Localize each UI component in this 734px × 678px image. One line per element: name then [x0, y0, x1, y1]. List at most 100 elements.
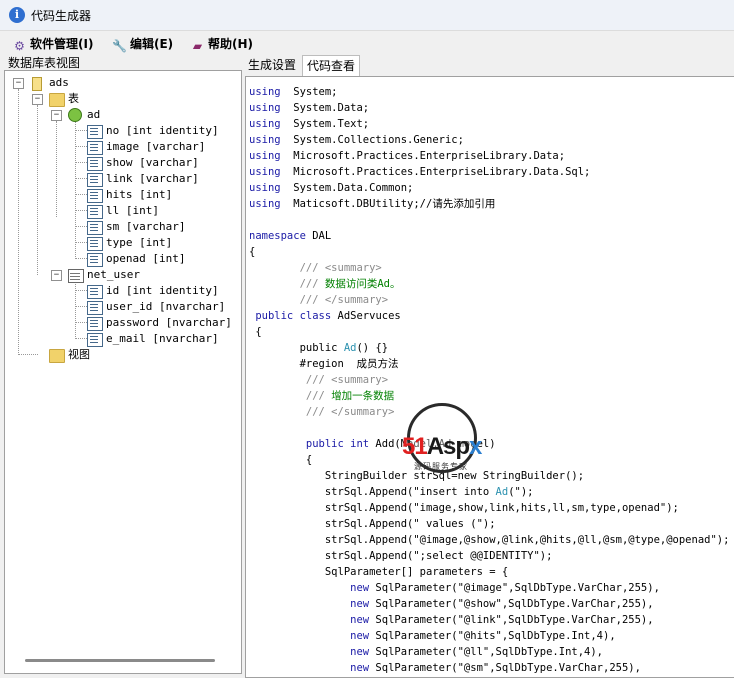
- code-token: 数据访问类Ad。: [324, 278, 401, 290]
- code-line: /// </summary>: [249, 292, 729, 308]
- code-token: Ad: [343, 342, 357, 354]
- menu-label: 软件管理(I): [30, 37, 94, 51]
- code-token: /// <summary>: [249, 262, 382, 274]
- tree-node-db[interactable]: − ads: [13, 75, 213, 91]
- tab-generate-settings[interactable]: 生成设置: [244, 55, 300, 75]
- collapse-icon[interactable]: −: [13, 78, 24, 89]
- code-token: {: [249, 454, 313, 466]
- code-token: SqlParameter[] parameters = {: [249, 566, 509, 578]
- tree-node-tables-folder[interactable]: − 表: [32, 91, 212, 107]
- code-token: using: [249, 150, 281, 162]
- column-icon: [87, 125, 103, 139]
- code-token: DAL: [305, 230, 332, 242]
- code-token: SqlParameter("@show",SqlDbType.VarChar,2…: [369, 598, 654, 610]
- tree-label: image [varchar]: [106, 140, 206, 153]
- code-token: SqlParameter("@sm",SqlDbType.VarChar,255…: [369, 662, 641, 674]
- code-token: System.Collections.Generic;: [280, 134, 464, 146]
- tree-label: ad: [87, 108, 101, 121]
- code-line: new SqlParameter("@link",SqlDbType.VarCh…: [249, 612, 729, 628]
- code-text[interactable]: using System; using System.Data; using Sys…: [249, 84, 729, 676]
- code-line: public Ad() {}: [249, 340, 729, 356]
- code-line: strSql.Append("insert into Ad(");: [249, 484, 729, 500]
- code-token: using: [249, 182, 281, 194]
- db-tree-view[interactable]: − ads − 表 − ad no [int identity] image […: [4, 70, 242, 674]
- code-line: /// 增加一条数据: [249, 388, 729, 404]
- code-line: {: [249, 452, 729, 468]
- tree-label: ll [int]: [106, 204, 159, 217]
- code-token: new: [249, 646, 370, 658]
- table-gear-icon: [68, 108, 82, 122]
- code-line: strSql.Append(";select @@IDENTITY");: [249, 548, 729, 564]
- code-token: new: [249, 662, 370, 674]
- code-token: using: [249, 118, 281, 130]
- code-token: StringBuilder strSql=new StringBuilder()…: [249, 470, 585, 482]
- tree-node-views-folder[interactable]: 视图: [49, 347, 169, 363]
- tree-label: openad [int]: [106, 252, 186, 265]
- code-line: using Microsoft.Practices.EnterpriseLibr…: [249, 164, 729, 180]
- code-viewer[interactable]: using System; using System.Data; using Sys…: [245, 76, 734, 678]
- column-icon: [87, 333, 103, 347]
- code-token: new: [249, 582, 370, 594]
- code-token: /// <summary>: [249, 374, 389, 386]
- column-icon: [87, 141, 103, 155]
- code-line: strSql.Append("@image,@show,@link,@hits,…: [249, 532, 730, 548]
- code-line: new SqlParameter("@image",SqlDbType.VarC…: [249, 580, 729, 596]
- menu-edit[interactable]: 🔧 编辑(E): [112, 35, 173, 53]
- code-token: strSql.Append(";select @@IDENTITY");: [249, 550, 553, 562]
- app-info-icon: i: [9, 7, 25, 23]
- tree-label: id [int identity]: [106, 284, 219, 297]
- code-token: new: [249, 614, 370, 626]
- horizontal-scrollbar[interactable]: [25, 659, 215, 662]
- menu-help[interactable]: ▰ 帮助(H): [190, 35, 253, 53]
- folder-icon: [49, 93, 65, 107]
- code-token: Add(Model.Ad model): [369, 438, 496, 450]
- tree-label: hits [int]: [106, 188, 173, 201]
- code-line: using Maticsoft.DBUtility;//请先添加引用: [249, 196, 729, 212]
- left-panel-title: 数据库表视图: [8, 56, 81, 70]
- code-token: {: [249, 326, 262, 338]
- book-icon: ▰: [192, 39, 203, 53]
- column-icon: [87, 317, 103, 331]
- column-icon: [87, 253, 103, 267]
- code-token: (");: [508, 486, 534, 498]
- menu-label: 编辑(E): [130, 37, 174, 51]
- code-line: using System.Data;: [249, 100, 729, 116]
- code-token: System.Data.Common;: [280, 182, 414, 194]
- code-token: strSql.Append("insert into: [249, 486, 496, 498]
- code-line: using System.Collections.Generic;: [249, 132, 729, 148]
- code-token: ///: [249, 390, 332, 402]
- code-token: AdServuces: [331, 310, 401, 322]
- tree-node-table-ad[interactable]: − ad: [51, 107, 231, 123]
- menu-software-management[interactable]: ⚙ 软件管理(I): [12, 35, 93, 53]
- code-line: strSql.Append("image,show,link,hits,ll,s…: [249, 500, 729, 516]
- code-token: using: [249, 166, 281, 178]
- code-token: using: [249, 102, 281, 114]
- collapse-icon[interactable]: −: [51, 270, 62, 281]
- code-line: strSql.Append(" values (");: [249, 516, 729, 532]
- tab-code-view[interactable]: 代码查看: [302, 55, 361, 76]
- code-token: using: [249, 134, 281, 146]
- code-token: new: [249, 630, 370, 642]
- code-token: System;: [280, 86, 338, 98]
- collapse-icon[interactable]: −: [32, 94, 43, 105]
- tree-node-table-net-user[interactable]: − net_user: [51, 267, 231, 283]
- code-line: /// <summary>: [249, 260, 729, 276]
- code-token: strSql.Append("@image,@show,@link,@hits,…: [249, 534, 730, 546]
- code-line: StringBuilder strSql=new StringBuilder()…: [249, 468, 729, 484]
- column-icon: [87, 157, 103, 171]
- code-line: public int Add(Model.Ad model): [249, 436, 729, 452]
- folder-icon: [49, 349, 65, 363]
- tree-label: user_id [nvarchar]: [106, 300, 226, 313]
- code-line: using Microsoft.Practices.EnterpriseLibr…: [249, 148, 729, 164]
- code-token: ///: [249, 278, 325, 290]
- code-token: /// </summary>: [249, 294, 389, 306]
- menu-bar: ⚙ 软件管理(I) 🔧 编辑(E) ▰ 帮助(H): [0, 31, 734, 55]
- code-line: new SqlParameter("@hits",SqlDbType.Int,4…: [249, 628, 729, 644]
- tree-label: type [int]: [106, 236, 173, 249]
- collapse-icon[interactable]: −: [51, 110, 62, 121]
- code-token: public: [249, 342, 344, 354]
- code-line: new SqlParameter("@ll",SqlDbType.Int,4),: [249, 644, 729, 660]
- code-token: Microsoft.Practices.EnterpriseLibrary.Da…: [280, 166, 591, 178]
